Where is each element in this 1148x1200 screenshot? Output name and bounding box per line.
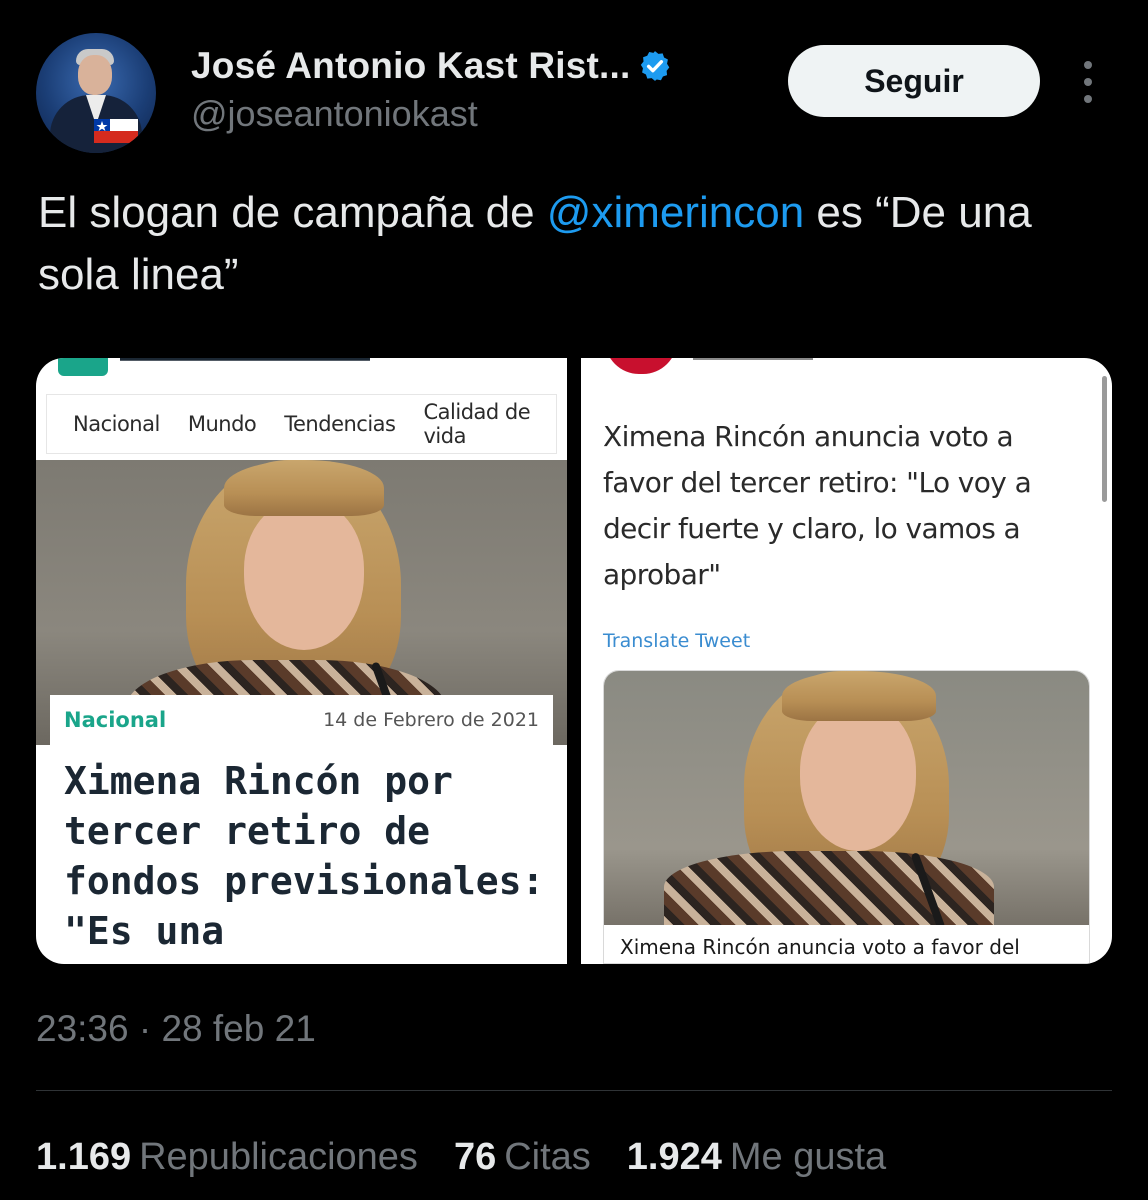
cnn-chile-logo [605,358,677,374]
embedded-tweet-header [581,358,1112,380]
follow-button[interactable]: Seguir [788,45,1040,117]
article-headline: Ximena Rincón por tercer retiro de fondo… [64,759,545,953]
quotes-label: Citas [504,1136,591,1178]
news-nav-bar: Nacional Mundo Tendencias Calidad de vid… [46,394,557,454]
chile-flag-icon [94,119,138,143]
tweet-text: El slogan de campaña de @ximerincon es “… [38,182,1118,306]
reposts-count: 1.169 [36,1136,132,1178]
embedded-card-photo [604,671,1089,925]
tweet-text-start: El slogan de campaña de [38,188,547,237]
engagement-stats: 1.169 Republicaciones 76 Citas 1.924 Me gus… [36,1136,886,1179]
media-image-left[interactable]: Nacional Mundo Tendencias Calidad de vid… [36,358,567,964]
verified-badge-icon [641,51,670,81]
author-name[interactable]: José Antonio Kast Rist... [191,45,630,87]
translate-tweet-link: Translate Tweet [603,630,751,652]
news-nav-item: Tendencias [284,412,396,436]
embedded-link-card: Ximena Rincón anuncia voto a favor del [603,670,1090,964]
media-image-right[interactable]: Ximena Rincón anuncia voto a favor del t… [581,358,1112,964]
likes-count: 1.924 [626,1136,722,1178]
news-logo [36,358,567,380]
quotes-count: 76 [453,1136,497,1178]
media-grid[interactable]: Nacional Mundo Tendencias Calidad de vid… [36,358,1112,964]
mention-link[interactable]: @ximerincon [547,188,804,237]
news-nav-item: Nacional [73,412,160,436]
tweet-timestamp[interactable]: 23:36 · 28 feb 21 [36,1008,316,1050]
likes-stat[interactable]: 1.924 Me gusta [627,1136,886,1179]
embedded-card-caption: Ximena Rincón anuncia voto a favor del [620,935,1020,959]
reposts-label: Republicaciones [139,1136,418,1178]
tweet-header: José Antonio Kast Rist... @joseantonioka… [36,33,1116,153]
news-nav-item: Mundo [187,412,257,436]
author-name-row: José Antonio Kast Rist... [191,45,672,87]
more-options-icon[interactable] [1076,61,1100,103]
scrollbar [1102,376,1107,502]
article-date: 14 de Febrero de 2021 [323,709,539,731]
article-section: Nacional [64,708,167,732]
embedded-tweet-text: Ximena Rincón anuncia voto a favor del t… [603,420,1032,591]
divider [36,1090,1112,1091]
author-handle[interactable]: @joseantoniokast [191,93,478,135]
article-meta: Nacional 14 de Febrero de 2021 [50,695,553,745]
author-avatar[interactable] [36,33,156,153]
reposts-stat[interactable]: 1.169 Republicaciones [36,1136,418,1179]
quotes-stat[interactable]: 76 Citas [454,1136,591,1179]
news-nav-item: Calidad de vida [423,400,531,448]
likes-label: Me gusta [729,1136,887,1178]
